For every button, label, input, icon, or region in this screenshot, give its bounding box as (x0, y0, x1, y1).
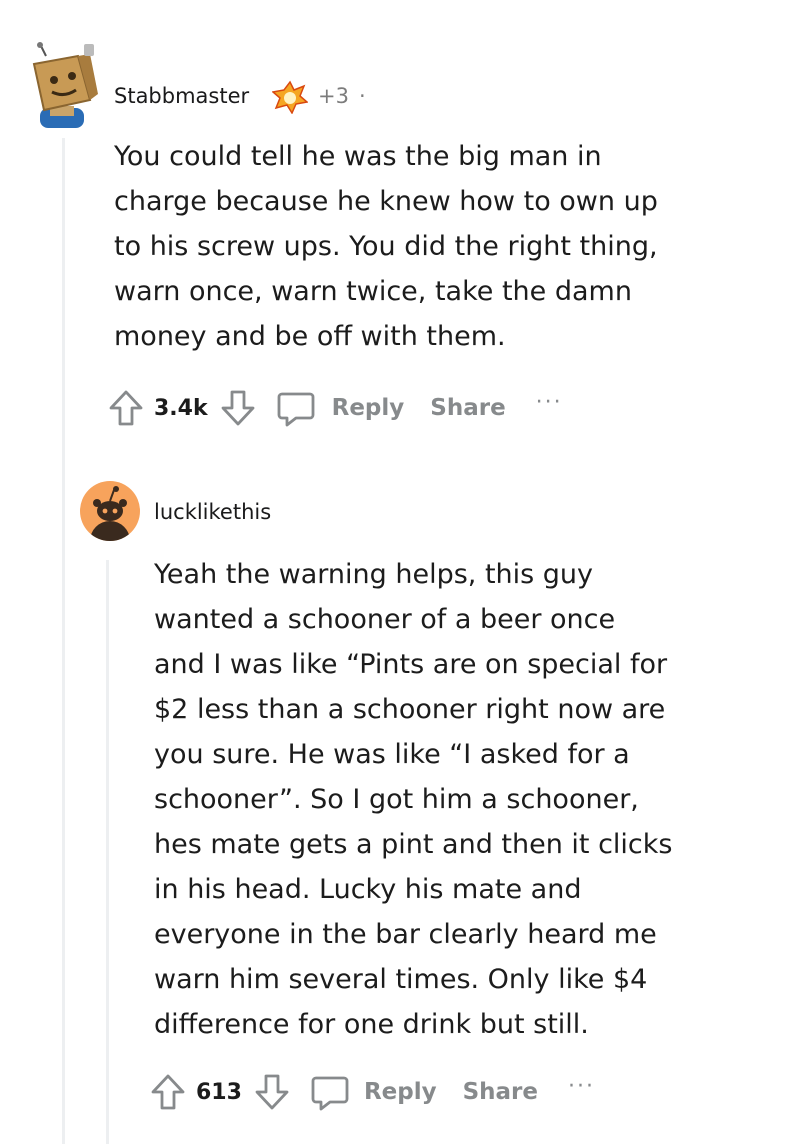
reply-button[interactable]: Reply (364, 1079, 437, 1105)
body-line: wanted a schooner of a beer once (154, 604, 616, 635)
award-count: +3 (318, 84, 349, 108)
thread-line-main[interactable] (62, 138, 65, 1144)
body-line: you sure. He was like “I asked for a (154, 739, 630, 770)
body-line: schooner”. So I got him a schooner, (154, 784, 639, 815)
thread-line-reply[interactable] (106, 560, 109, 1144)
body-line: Yeah the warning helps, this guy (154, 559, 594, 590)
body-line: and I was like “Pints are on special for (154, 649, 668, 680)
comment-actions: 3.4k Reply Share ··· (108, 386, 563, 430)
comment-body: You could tell he was the big man in cha… (114, 134, 754, 359)
downvote-icon[interactable] (254, 1073, 290, 1111)
body-line: You could tell he was the big man in (114, 141, 602, 172)
avatar[interactable] (80, 481, 140, 541)
share-button[interactable]: Share (463, 1079, 538, 1105)
body-line: warn once, warn twice, take the damn (114, 276, 632, 307)
share-button[interactable]: Share (430, 395, 505, 421)
vote-count: 3.4k (154, 395, 208, 421)
downvote-icon[interactable] (220, 389, 256, 427)
body-line: charge because he knew how to own up (114, 186, 658, 217)
comment-body: Yeah the warning helps, this guy wanted … (154, 552, 774, 1047)
more-options-icon[interactable]: ··· (536, 390, 563, 415)
username[interactable]: lucklikethis (154, 500, 271, 524)
upvote-icon[interactable] (108, 389, 144, 427)
username[interactable]: Stabbmaster (114, 84, 249, 108)
body-line: hes mate gets a pint and then it clicks (154, 829, 673, 860)
comment-icon[interactable] (276, 388, 316, 428)
separator-dot: · (359, 84, 366, 108)
body-line: difference for one drink but still. (154, 1009, 589, 1040)
more-options-icon[interactable]: ··· (568, 1074, 595, 1099)
body-line: in his head. Lucky his mate and (154, 874, 582, 905)
box-head-avatar-icon (32, 42, 98, 128)
upvote-icon[interactable] (150, 1073, 186, 1111)
snoo-avatar-icon (90, 486, 130, 541)
body-line: $2 less than a schooner right now are (154, 694, 666, 725)
body-line: everyone in the bar clearly heard me (154, 919, 657, 950)
award-icon (271, 80, 309, 118)
body-line: warn him several times. Only like $4 (154, 964, 648, 995)
body-line: money and be off with them. (114, 321, 506, 352)
avatar[interactable] (28, 42, 100, 128)
reply-button[interactable]: Reply (332, 395, 405, 421)
vote-count: 613 (196, 1079, 242, 1105)
body-line: to his screw ups. You did the right thin… (114, 231, 658, 262)
comment-actions: 613 Reply Share ··· (150, 1070, 595, 1114)
comment-icon[interactable] (310, 1072, 350, 1112)
